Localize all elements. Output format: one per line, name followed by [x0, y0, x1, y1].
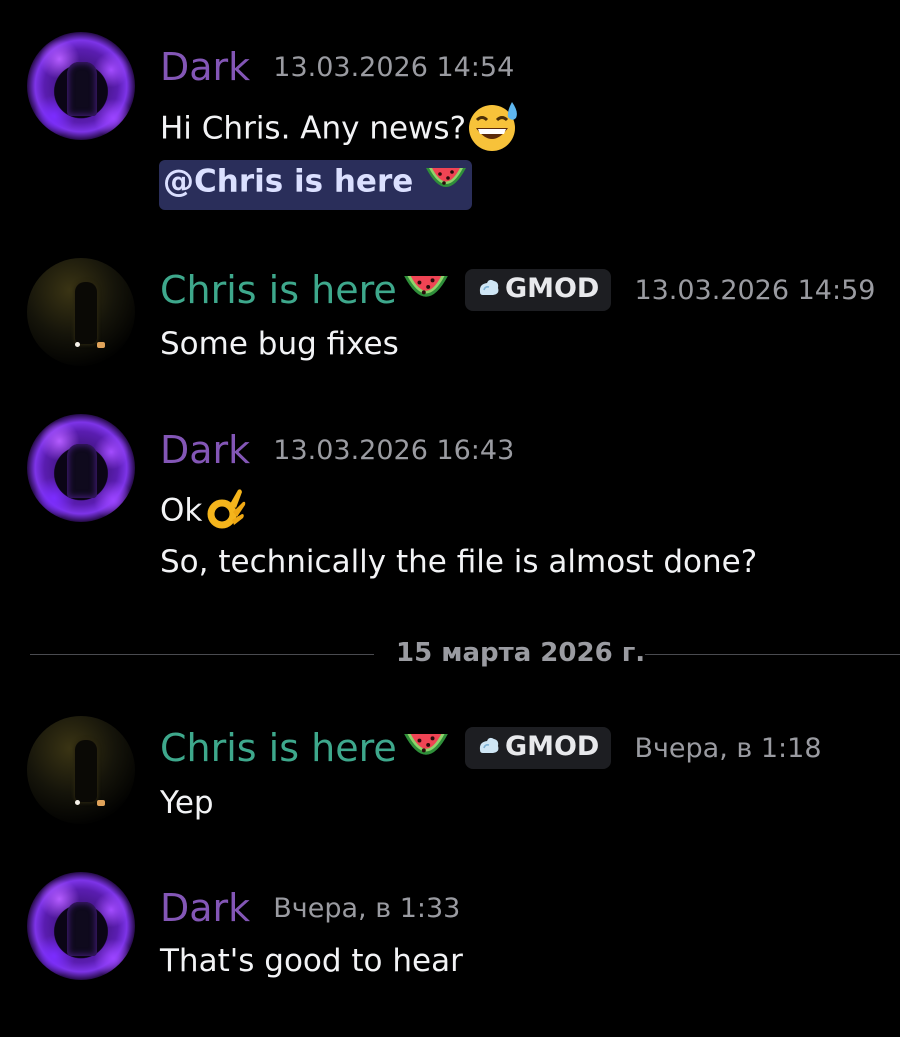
role-tag[interactable]: GMOD — [464, 269, 612, 311]
message-header: Chris is here GMOD 13.03.2026 14:59 — [160, 268, 875, 312]
message-text: That's good to hear — [160, 943, 463, 979]
watermelon-emoji — [424, 162, 468, 204]
divider-line — [645, 654, 900, 655]
watermelon-emoji — [402, 269, 450, 311]
avatar-detail — [97, 800, 105, 806]
role-tag-label: GMOD — [504, 731, 600, 762]
avatar-detail — [97, 342, 105, 348]
message-header: Dark 13.03.2026 16:43 — [160, 428, 514, 472]
author-name[interactable]: Dark — [160, 886, 250, 930]
avatar-chris[interactable] — [27, 716, 135, 824]
timestamp: Вчера, в 1:18 — [634, 732, 822, 764]
author-name[interactable]: Dark — [160, 428, 250, 472]
avatar-figure — [75, 740, 97, 802]
timestamp: Вчера, в 1:33 — [273, 892, 461, 924]
timestamp: 13.03.2026 14:54 — [273, 51, 515, 83]
ok-hand-emoji — [202, 486, 246, 538]
avatar-detail — [75, 800, 80, 805]
role-tag[interactable]: GMOD — [464, 727, 612, 769]
avatar-figure — [67, 444, 97, 498]
user-mention[interactable]: @Chris is here — [159, 160, 473, 210]
message-header: Dark 13.03.2026 14:54 — [160, 45, 514, 89]
avatar-figure — [75, 282, 97, 344]
message-header: Dark Вчера, в 1:33 — [160, 886, 460, 930]
avatar-detail — [75, 342, 80, 347]
message-line: Hi Chris. Any news? — [160, 110, 467, 147]
avatar-figure — [67, 902, 97, 956]
dewdrop-icon — [477, 274, 501, 305]
divider-line — [30, 654, 374, 655]
message-text: Some bug fixes — [160, 326, 399, 362]
avatar-dark[interactable] — [27, 414, 135, 522]
avatar-dark[interactable] — [27, 872, 135, 980]
message-text: Ok — [160, 486, 246, 538]
message-text: Yep — [160, 785, 214, 821]
avatar-chris[interactable] — [27, 258, 135, 366]
grinning-sweat-emoji — [466, 100, 522, 160]
divider-date: 15 марта 2026 г. — [396, 638, 646, 668]
message-header: Chris is here GMOD Вчера, в 1:18 — [160, 726, 822, 770]
avatar-figure — [67, 62, 97, 116]
mention-text: @Chris is here — [163, 163, 414, 200]
watermelon-emoji — [402, 727, 450, 769]
author-name[interactable]: Dark — [160, 45, 250, 89]
role-tag-label: GMOD — [504, 273, 600, 304]
author-name[interactable]: Chris is here — [160, 268, 397, 312]
message-text: So, technically the file is almost done? — [160, 544, 758, 580]
avatar-dark[interactable] — [27, 32, 135, 140]
dewdrop-icon — [477, 732, 501, 763]
author-name[interactable]: Chris is here — [160, 726, 397, 770]
timestamp: 13.03.2026 14:59 — [634, 274, 876, 306]
timestamp: 13.03.2026 16:43 — [273, 434, 515, 466]
message-line: Ok — [160, 492, 203, 529]
message-text: Hi Chris. Any news? — [160, 100, 522, 160]
